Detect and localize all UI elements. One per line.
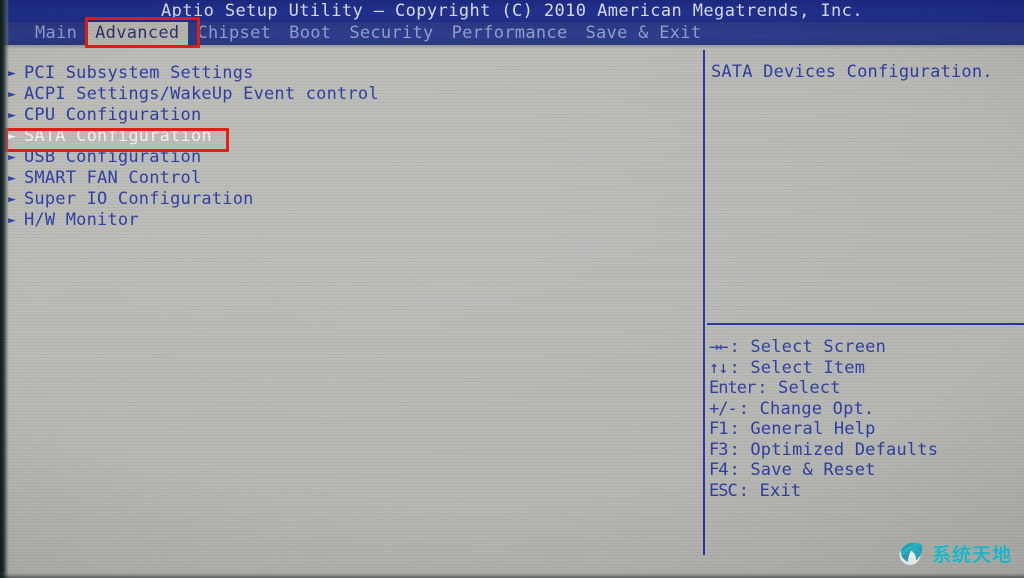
tab-chipset[interactable]: Chipset <box>188 22 280 45</box>
enter-key-label: Enter <box>709 378 756 398</box>
key-legend-save-and-reset: F4 : Save & Reset <box>709 460 1021 481</box>
menu-item-pci-subsystem-settings[interactable]: ► PCI Subsystem Settings <box>0 63 700 84</box>
f3-key-label: F3 <box>709 439 729 460</box>
menu-bar: Main Advanced Chipset Boot Security Perf… <box>0 22 1024 45</box>
watermark: 系统天地 <box>896 536 1012 570</box>
submenu-arrow-icon: ► <box>8 87 16 102</box>
tab-security[interactable]: Security <box>340 22 442 45</box>
title-bar: Aptio Setup Utility – Copyright (C) 2010… <box>0 0 1024 22</box>
left-right-arrow-icon: →← <box>709 337 729 357</box>
menu-item-label: PCI Subsystem Settings <box>24 63 254 83</box>
submenu-arrow-icon: ► <box>8 192 16 207</box>
key-legend-label: : Select Item <box>729 357 866 378</box>
esc-key-label: ESC <box>709 480 738 501</box>
sphere-logo-icon <box>896 538 926 568</box>
menu-item-label: SATA Configuration <box>24 126 212 146</box>
key-legend-change-opt: +/- : Change Opt. <box>709 399 1021 420</box>
key-legend-label: : Select <box>757 378 841 398</box>
key-legend-list: →← : Select Screen ↑↓ : Select Item Ente… <box>709 337 1021 501</box>
menu-item-label: USB Configuration <box>24 147 202 167</box>
help-text: SATA Devices Configuration. <box>711 62 993 82</box>
submenu-arrow-icon: ► <box>8 129 16 144</box>
menu-item-label: ACPI Settings/WakeUp Event control <box>24 84 379 104</box>
key-legend-label: : Save & Reset <box>729 460 876 480</box>
pane-divider-vertical <box>703 50 705 555</box>
menu-item-label: Super IO Configuration <box>24 189 254 209</box>
submenu-arrow-icon: ► <box>8 108 16 123</box>
key-legend-label: : Exit <box>738 480 802 501</box>
up-down-arrow-icon: ↑↓ <box>709 357 729 378</box>
menu-item-hw-monitor[interactable]: ► H/W Monitor <box>0 210 700 231</box>
submenu-arrow-icon: ► <box>8 66 16 81</box>
key-legend-label: : Optimized Defaults <box>729 439 939 460</box>
key-legend-select-item: ↑↓ : Select Item <box>709 358 1021 379</box>
pane-divider-horizontal <box>707 323 1024 325</box>
tab-main[interactable]: Main <box>26 22 86 45</box>
menu-item-smart-fan-control[interactable]: ► SMART FAN Control <box>0 168 700 189</box>
menu-item-usb-configuration[interactable]: ► USB Configuration <box>0 147 700 168</box>
tab-advanced[interactable]: Advanced <box>86 22 189 45</box>
left-pane-menu-list: ► PCI Subsystem Settings ► ACPI Settings… <box>0 48 700 578</box>
key-legend-general-help: F1 : General Help <box>709 419 1021 440</box>
plus-minus-key-label: +/- <box>709 398 738 419</box>
tab-boot[interactable]: Boot <box>280 22 340 45</box>
menu-item-label: H/W Monitor <box>24 210 139 230</box>
right-pane: SATA Devices Configuration. →← : Select … <box>703 48 1024 578</box>
menu-bar-tabs: Main Advanced Chipset Boot Security Perf… <box>26 22 710 45</box>
submenu-arrow-icon: ► <box>8 150 16 165</box>
submenu-arrow-icon: ► <box>8 213 16 228</box>
key-legend-exit: ESC : Exit <box>709 481 1021 502</box>
key-legend-label: : Select Screen <box>729 337 887 357</box>
tab-save-and-exit[interactable]: Save & Exit <box>576 22 710 45</box>
f1-key-label: F1 <box>709 419 729 439</box>
key-legend-enter-select: Enter : Select <box>709 378 1021 399</box>
key-legend-select-screen: →← : Select Screen <box>709 337 1021 358</box>
menu-item-acpi-settings-wakeup-event-control[interactable]: ► ACPI Settings/WakeUp Event control <box>0 84 700 105</box>
menu-item-label: CPU Configuration <box>24 105 202 125</box>
tab-performance[interactable]: Performance <box>443 22 577 45</box>
menu-item-super-io-configuration[interactable]: ► Super IO Configuration <box>0 189 700 210</box>
key-legend-optimized-defaults: F3 : Optimized Defaults <box>709 440 1021 461</box>
submenu-arrow-icon: ► <box>8 171 16 186</box>
menu-item-label: SMART FAN Control <box>24 168 202 188</box>
key-legend-label: : Change Opt. <box>738 398 875 419</box>
bios-setup-screen: Aptio Setup Utility – Copyright (C) 2010… <box>0 0 1024 578</box>
menu-item-cpu-configuration[interactable]: ► CPU Configuration <box>0 105 700 126</box>
title-bar-text: Aptio Setup Utility – Copyright (C) 2010… <box>161 1 863 21</box>
key-legend-label: : General Help <box>729 419 876 439</box>
watermark-text: 系统天地 <box>931 543 1012 566</box>
menu-item-sata-configuration[interactable]: ► SATA Configuration <box>0 126 700 147</box>
f4-key-label: F4 <box>709 460 729 480</box>
